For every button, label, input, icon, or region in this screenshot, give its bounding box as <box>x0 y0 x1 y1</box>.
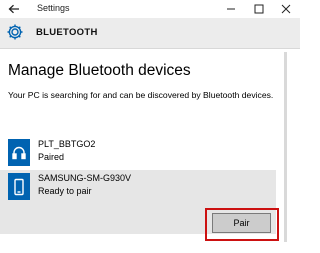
page-description: Your PC is searching for and can be disc… <box>8 90 274 100</box>
device-status: Ready to pair <box>38 186 92 196</box>
title-bar: Settings <box>0 0 300 18</box>
close-button[interactable] <box>272 0 300 18</box>
headset-icon <box>12 146 26 159</box>
close-icon <box>281 4 291 14</box>
maximize-button[interactable] <box>245 0 273 18</box>
device-icon-box <box>8 139 30 166</box>
page-header-title: BLUETOOTH <box>36 27 98 38</box>
maximize-icon <box>254 4 264 14</box>
minimize-button[interactable] <box>217 0 245 18</box>
scrollbar[interactable] <box>284 52 287 242</box>
gear-icon <box>7 24 23 40</box>
pair-button[interactable]: Pair <box>212 213 271 233</box>
device-name: SAMSUNG-SM-G930V <box>38 173 132 183</box>
minimize-icon <box>227 8 235 10</box>
device-status: Paired <box>38 152 65 162</box>
page-header: BLUETOOTH <box>0 18 300 49</box>
phone-icon <box>14 178 24 195</box>
device-item-samsung-sm-g930v[interactable]: SAMSUNG-SM-G930V Ready to pair <box>0 170 276 204</box>
page-title: Manage Bluetooth devices <box>8 62 191 79</box>
device-icon-box <box>8 173 30 200</box>
device-name: PLT_BBTGO2 <box>38 139 96 149</box>
window-title: Settings <box>37 3 70 13</box>
device-item-plt-bbtgo2[interactable]: PLT_BBTGO2 Paired <box>0 136 276 170</box>
back-arrow-icon <box>8 4 19 14</box>
back-button[interactable] <box>6 1 22 17</box>
